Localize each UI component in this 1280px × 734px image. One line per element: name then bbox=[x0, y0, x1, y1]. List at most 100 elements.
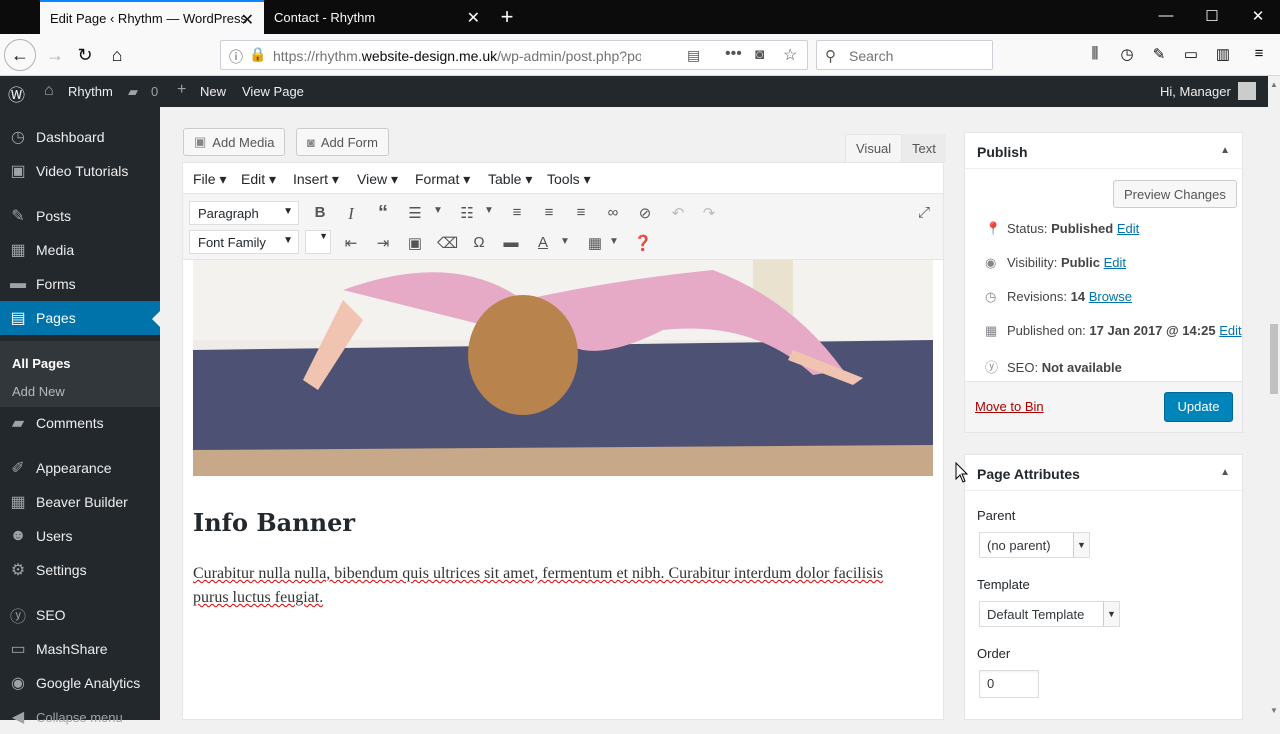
move-to-bin-link[interactable]: Move to Bin bbox=[975, 399, 1044, 414]
sidebar-item-mashshare[interactable]: ▭ MashShare bbox=[0, 632, 160, 666]
paste-text-icon[interactable]: ▣ bbox=[405, 234, 425, 252]
close-icon[interactable]: ✕ bbox=[467, 8, 480, 28]
italic-icon[interactable]: I bbox=[341, 204, 361, 224]
page-actions-icon[interactable]: ••• bbox=[725, 45, 742, 63]
sidebar-item-appearance[interactable]: ✐ Appearance bbox=[0, 451, 160, 485]
clear-formatting-icon[interactable]: ⌫ bbox=[437, 234, 458, 252]
sidebar-toggle-icon[interactable]: ▥ bbox=[1212, 45, 1234, 63]
sidebar-item-video-tutorials[interactable]: ▣ Video Tutorials bbox=[0, 154, 160, 188]
tab-contact[interactable]: Contact - Rhythm ✕ bbox=[264, 0, 490, 34]
tab-edit-page[interactable]: Edit Page ‹ Rhythm — WordPress ✕ bbox=[40, 0, 264, 34]
bookmark-star-icon[interactable]: ☆ bbox=[783, 45, 797, 65]
close-icon[interactable]: ✕ bbox=[241, 10, 254, 30]
edit-visibility-link[interactable]: Edit bbox=[1104, 255, 1126, 270]
align-left-icon[interactable]: ≡ bbox=[507, 204, 527, 221]
parent-select[interactable]: (no parent) ▼ bbox=[979, 532, 1090, 558]
blockquote-icon[interactable]: “ bbox=[373, 202, 393, 225]
chevron-down-icon[interactable]: ▼ bbox=[555, 236, 575, 247]
add-media-button[interactable]: ▣ Add Media bbox=[183, 128, 286, 156]
align-center-icon[interactable]: ≡ bbox=[539, 204, 559, 221]
chevron-down-icon[interactable]: ▼ bbox=[604, 236, 624, 247]
menu-insert[interactable]: Insert ▾ bbox=[293, 171, 339, 188]
preview-changes-button[interactable]: Preview Changes bbox=[1113, 180, 1237, 208]
url-bar[interactable]: ⓘ 🔒 https://rhythm.website-design.me.uk/… bbox=[220, 40, 808, 70]
tab-visual[interactable]: Visual bbox=[845, 134, 903, 162]
menu-view[interactable]: View ▾ bbox=[357, 171, 398, 188]
library-icon[interactable]: ⫼ bbox=[1084, 45, 1106, 62]
forward-icon[interactable]: → bbox=[42, 42, 68, 68]
comments-count[interactable]: 0 bbox=[151, 84, 158, 99]
view-page-link[interactable]: View Page bbox=[242, 84, 304, 99]
undo-icon[interactable]: ↶ bbox=[668, 204, 688, 222]
unlink-icon[interactable]: ⊘ bbox=[635, 204, 655, 222]
link-icon[interactable]: ∞ bbox=[603, 204, 623, 221]
outdent-icon[interactable]: ⇤ bbox=[341, 234, 361, 252]
help-icon[interactable]: ❓ bbox=[633, 234, 653, 252]
collapse-arrow-icon[interactable]: ▲ bbox=[1220, 467, 1230, 478]
order-input[interactable]: 0 bbox=[979, 670, 1039, 698]
edit-date-link[interactable]: Edit bbox=[1219, 323, 1241, 338]
greeting-link[interactable]: Hi, Manager bbox=[1160, 84, 1231, 99]
menu-format[interactable]: Format ▾ bbox=[415, 171, 470, 188]
scrollbar-thumb[interactable] bbox=[1270, 324, 1278, 394]
reload-icon[interactable]: ↻ bbox=[72, 42, 98, 68]
sidebar-item-comments[interactable]: ▰ Comments bbox=[0, 406, 160, 440]
edit-status-link[interactable]: Edit bbox=[1117, 221, 1139, 236]
indent-icon[interactable]: ⇥ bbox=[373, 234, 393, 252]
sidebar-item-dashboard[interactable]: ◷ Dashboard bbox=[0, 120, 160, 154]
chevron-down-icon[interactable]: ▼ bbox=[428, 205, 448, 216]
bold-icon[interactable]: B bbox=[310, 204, 330, 221]
back-icon[interactable]: ← bbox=[4, 39, 36, 71]
numbered-list-icon[interactable]: ☷ bbox=[457, 204, 477, 222]
editor-content[interactable]: Info Banner Curabitur nulla nulla, biben… bbox=[183, 260, 943, 720]
search-bar[interactable]: ⚲ Search bbox=[816, 40, 993, 70]
font-family-select[interactable]: Font Family ▼ bbox=[189, 230, 299, 254]
text-color-icon[interactable]: A bbox=[533, 234, 553, 251]
pocket-icon[interactable]: ◙ bbox=[755, 46, 764, 63]
horizontal-line-icon[interactable]: ▬ bbox=[501, 234, 521, 251]
bullet-list-icon[interactable]: ☰ bbox=[405, 204, 425, 222]
fullscreen-icon[interactable]: ⤢ bbox=[914, 204, 934, 221]
sidebar-item-collapse[interactable]: ◀ Collapse menu bbox=[0, 700, 160, 734]
sidebar-item-forms[interactable]: ▬ Forms bbox=[0, 267, 160, 301]
font-size-select[interactable]: ▼ bbox=[305, 230, 331, 254]
format-select[interactable]: Paragraph ▼ bbox=[189, 201, 299, 225]
info-icon[interactable]: ⓘ bbox=[229, 47, 243, 67]
extension-icon[interactable]: ▭ bbox=[1180, 45, 1202, 63]
submenu-add-new[interactable]: Add New bbox=[12, 384, 65, 399]
sidebar-item-beaver-builder[interactable]: ▦ Beaver Builder bbox=[0, 485, 160, 519]
reader-view-icon[interactable]: ▤ bbox=[687, 47, 700, 64]
eyedropper-icon[interactable]: ✎ bbox=[1148, 45, 1170, 63]
new-link[interactable]: New bbox=[200, 84, 226, 99]
new-tab-icon[interactable]: + bbox=[496, 4, 518, 30]
table-icon[interactable]: ▦ bbox=[585, 234, 605, 252]
menu-edit[interactable]: Edit ▾ bbox=[241, 171, 276, 188]
avatar[interactable] bbox=[1238, 82, 1256, 100]
page-attributes-header[interactable]: Page Attributes ▲ bbox=[965, 455, 1242, 491]
collapse-arrow-icon[interactable]: ▲ bbox=[1220, 145, 1230, 156]
menu-tools[interactable]: Tools ▾ bbox=[547, 171, 591, 188]
maximize-icon[interactable]: ☐ bbox=[1202, 7, 1222, 25]
sidebar-item-settings[interactable]: ⚙ Settings bbox=[0, 553, 160, 587]
sidebar-item-posts[interactable]: ✎ Posts bbox=[0, 199, 160, 233]
sidebar-item-seo[interactable]: ⓨ SEO bbox=[0, 598, 160, 632]
window-close-icon[interactable]: ✕ bbox=[1248, 7, 1268, 25]
sidebar-item-pages[interactable]: ▤ Pages bbox=[0, 301, 160, 335]
site-name-link[interactable]: Rhythm bbox=[68, 84, 113, 99]
hamburger-menu-icon[interactable]: ≡ bbox=[1248, 45, 1270, 62]
history-icon[interactable]: ◷ bbox=[1116, 45, 1138, 63]
scroll-up-icon[interactable]: ▲ bbox=[1270, 80, 1278, 89]
comments-bubble-icon[interactable]: ▰ bbox=[128, 84, 138, 100]
minimize-icon[interactable]: — bbox=[1156, 7, 1176, 24]
scroll-down-icon[interactable]: ▼ bbox=[1270, 706, 1278, 715]
tab-text[interactable]: Text bbox=[902, 134, 946, 162]
menu-table[interactable]: Table ▾ bbox=[488, 171, 532, 188]
special-character-icon[interactable]: Ω bbox=[469, 234, 489, 251]
sidebar-item-media[interactable]: ▦ Media bbox=[0, 233, 160, 267]
home-icon[interactable]: ⌂ bbox=[104, 42, 130, 68]
browse-revisions-link[interactable]: Browse bbox=[1089, 289, 1132, 304]
menu-file[interactable]: File ▾ bbox=[193, 171, 226, 188]
add-form-button[interactable]: ◙ Add Form bbox=[296, 128, 389, 156]
sidebar-item-google-analytics[interactable]: ◉ Google Analytics bbox=[0, 666, 160, 700]
sidebar-item-users[interactable]: ☻ Users bbox=[0, 519, 160, 553]
